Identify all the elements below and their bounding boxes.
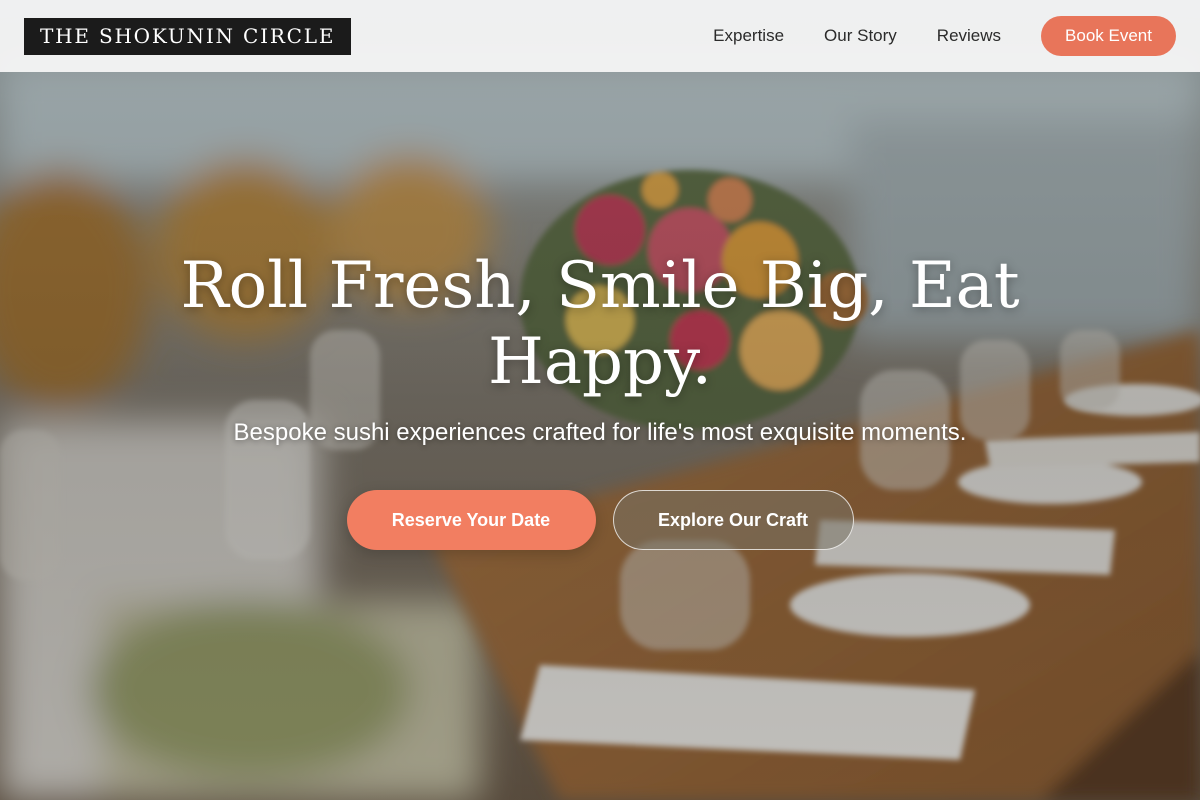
explore-craft-button[interactable]: Explore Our Craft [612,490,854,550]
hero-cta-group: Reserve Your Date Explore Our Craft [0,490,1200,550]
hero-subtitle: Bespoke sushi experiences crafted for li… [233,419,967,446]
site-header: THE SHOKUNIN CIRCLE Expertise Our Story … [0,0,1200,72]
hero-section: Roll Fresh, Smile Big, Eat Happy. Bespok… [0,0,1200,800]
reserve-date-button[interactable]: Reserve Your Date [346,490,596,550]
nav-link-our-story[interactable]: Our Story [824,26,897,46]
site-logo[interactable]: THE SHOKUNIN CIRCLE [24,17,352,55]
nav-link-reviews[interactable]: Reviews [937,26,1001,46]
book-event-button[interactable]: Book Event [1041,16,1176,56]
main-nav: Expertise Our Story Reviews Book Event [713,16,1176,56]
landing-page: THE SHOKUNIN CIRCLE Expertise Our Story … [0,0,1200,800]
hero-title: Roll Fresh, Smile Big, Eat Happy. [180,249,1020,399]
nav-link-expertise[interactable]: Expertise [713,26,784,46]
